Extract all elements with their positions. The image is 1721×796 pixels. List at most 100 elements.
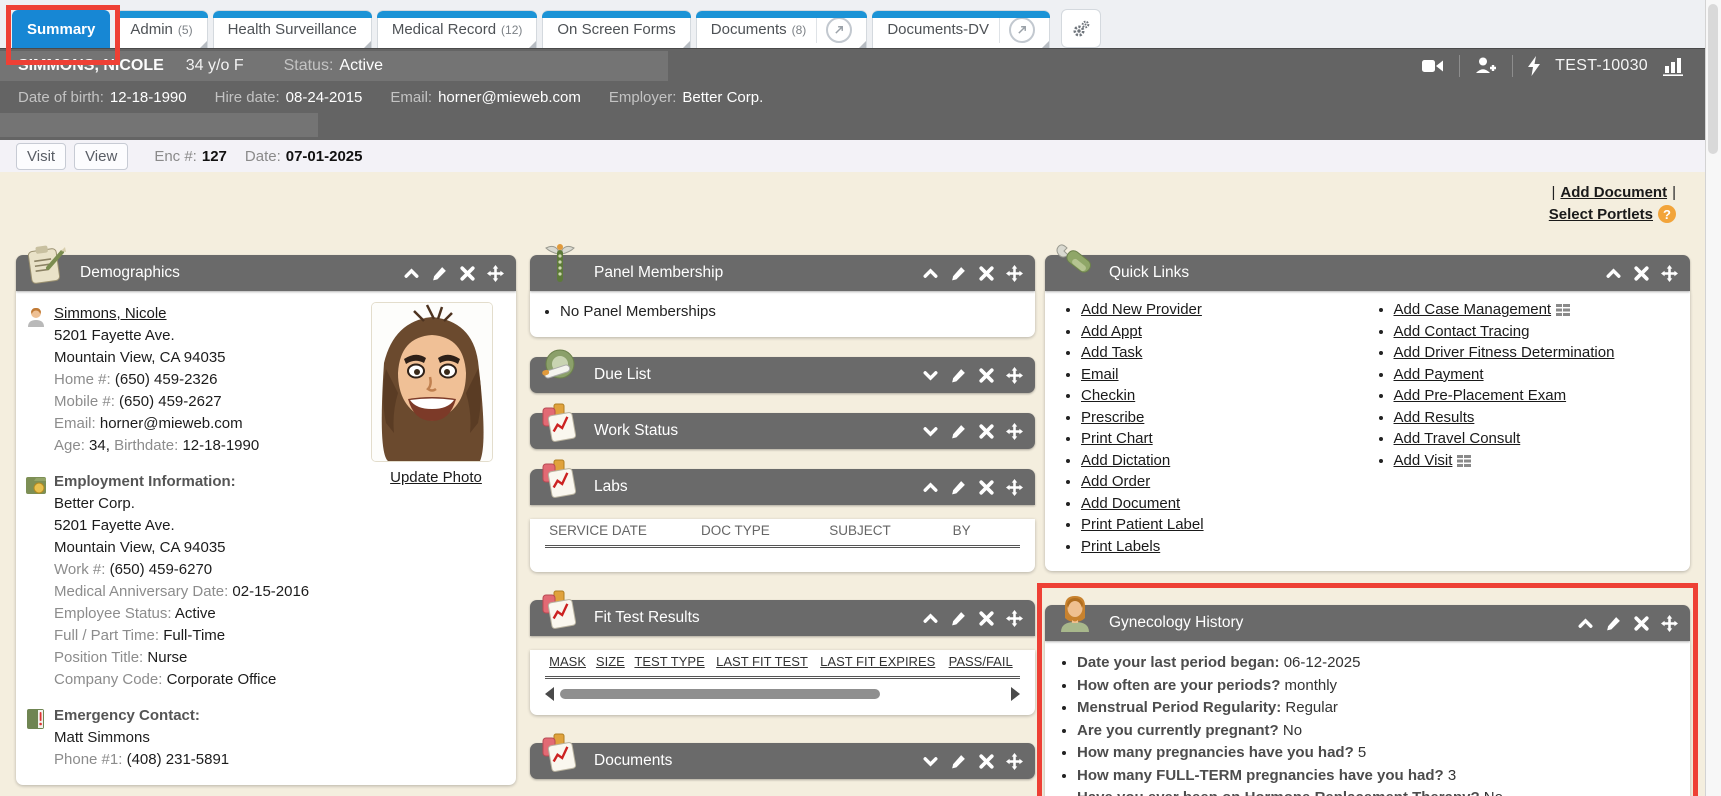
select-portlets-link[interactable]: Select Portlets — [1549, 206, 1653, 223]
quick-link[interactable]: Add Payment — [1394, 366, 1484, 383]
collapse-chevron-icon[interactable] — [1605, 265, 1622, 282]
quick-link[interactable]: Add Pre-Placement Exam — [1394, 387, 1567, 404]
column-header-link[interactable]: LAST FIT EXPIRES — [816, 650, 944, 678]
vertical-scrollbar[interactable] — [1705, 0, 1721, 796]
move-cross-icon[interactable] — [1006, 753, 1023, 770]
quick-link[interactable]: Print Chart — [1081, 430, 1153, 447]
quick-link[interactable]: Email — [1081, 366, 1119, 383]
collapse-chevron-icon[interactable] — [922, 479, 939, 496]
move-cross-icon[interactable] — [1661, 615, 1678, 632]
close-x-icon[interactable] — [1633, 615, 1650, 632]
move-cross-icon[interactable] — [487, 265, 504, 282]
quick-link[interactable]: Add Appt — [1081, 323, 1142, 340]
scrollbar-thumb[interactable] — [560, 689, 880, 699]
column-header[interactable]: SERVICE DATE — [545, 519, 697, 547]
tab-summary[interactable]: Summary — [12, 10, 110, 48]
quick-link[interactable]: Add Document — [1081, 495, 1180, 512]
collapse-chevron-icon[interactable] — [1577, 615, 1594, 632]
quick-links-header[interactable]: Quick Links — [1045, 255, 1690, 291]
update-photo-link[interactable]: Update Photo — [390, 469, 482, 486]
quick-link[interactable]: Add New Provider — [1081, 301, 1202, 318]
quick-link[interactable]: Print Patient Label — [1081, 516, 1204, 533]
fit-test-header[interactable]: Fit Test Results — [530, 600, 1035, 636]
expand-chevron-icon[interactable] — [922, 753, 939, 770]
tab-health-surveillance[interactable]: Health Surveillance — [213, 10, 372, 48]
expand-chevron-icon[interactable] — [922, 367, 939, 384]
tab-on-screen-forms[interactable]: On Screen Forms — [542, 10, 690, 48]
edit-pencil-icon[interactable] — [1605, 615, 1622, 632]
tab-admin[interactable]: Admin (5) — [115, 10, 207, 48]
quick-link[interactable]: Add Visit — [1394, 452, 1453, 469]
quick-link[interactable]: Add Contact Tracing — [1394, 323, 1530, 340]
close-x-icon[interactable] — [978, 367, 995, 384]
visit-button[interactable]: Visit — [16, 143, 66, 170]
edit-pencil-icon[interactable] — [950, 367, 967, 384]
move-cross-icon[interactable] — [1006, 265, 1023, 282]
column-header-link[interactable]: LAST FIT TEST — [712, 650, 816, 678]
edit-pencil-icon[interactable] — [950, 753, 967, 770]
column-header-link[interactable]: PASS/FAIL — [945, 650, 1020, 678]
quick-link[interactable]: Add Driver Fitness Determination — [1394, 344, 1615, 361]
edit-pencil-icon[interactable] — [950, 479, 967, 496]
labs-header[interactable]: Labs — [530, 469, 1035, 505]
close-x-icon[interactable] — [978, 423, 995, 440]
tab-documents[interactable]: Documents (8) — [696, 10, 868, 48]
move-cross-icon[interactable] — [1006, 423, 1023, 440]
column-header-link[interactable]: TEST TYPE — [630, 650, 712, 678]
column-header[interactable]: SUBJECT — [825, 519, 948, 547]
gynecology-header[interactable]: Gynecology History — [1045, 605, 1690, 641]
quick-link[interactable]: Add Task — [1081, 344, 1142, 361]
scroll-left-arrow[interactable] — [545, 687, 554, 701]
quick-link[interactable]: Add Order — [1081, 473, 1150, 490]
lightning-bolt-icon[interactable] — [1527, 56, 1541, 76]
quick-link[interactable]: Prescribe — [1081, 409, 1144, 426]
close-x-icon[interactable] — [459, 265, 476, 282]
scrollbar-thumb[interactable] — [1708, 4, 1718, 154]
horizontal-scrollbar[interactable] — [545, 687, 1020, 701]
column-header[interactable]: BY — [949, 519, 1020, 547]
video-camera-icon[interactable] — [1421, 57, 1445, 75]
collapse-chevron-icon[interactable] — [403, 265, 420, 282]
tab-documents-dv[interactable]: Documents-DV — [872, 10, 1050, 48]
due-list-header[interactable]: Due List — [530, 357, 1035, 393]
move-cross-icon[interactable] — [1006, 367, 1023, 384]
bar-chart-icon[interactable] — [1662, 56, 1684, 76]
quick-link[interactable]: Add Case Management — [1394, 301, 1552, 318]
close-x-icon[interactable] — [1633, 265, 1650, 282]
patient-name-link[interactable]: Simmons, Nicole — [54, 305, 167, 322]
expand-chevron-icon[interactable] — [922, 423, 939, 440]
column-header-link[interactable]: MASK — [545, 650, 592, 678]
tab-popout-button[interactable] — [999, 17, 1035, 43]
edit-pencil-icon[interactable] — [431, 265, 448, 282]
collapse-chevron-icon[interactable] — [922, 610, 939, 627]
tab-medical-record[interactable]: Medical Record (12) — [377, 10, 538, 48]
quick-link[interactable]: Add Results — [1394, 409, 1475, 426]
tab-popout-button[interactable] — [816, 17, 852, 43]
move-cross-icon[interactable] — [1661, 265, 1678, 282]
panel-membership-header[interactable]: Panel Membership — [530, 255, 1035, 291]
close-x-icon[interactable] — [978, 265, 995, 282]
column-header-link[interactable]: SIZE — [592, 650, 631, 678]
scrollbar-track[interactable] — [560, 688, 1005, 700]
demographics-header[interactable]: Demographics — [16, 255, 516, 291]
close-x-icon[interactable] — [978, 610, 995, 627]
quick-link[interactable]: Add Travel Consult — [1394, 430, 1521, 447]
work-status-header[interactable]: Work Status — [530, 413, 1035, 449]
tab-settings-button[interactable] — [1061, 9, 1101, 48]
quick-link[interactable]: Print Labels — [1081, 538, 1160, 555]
view-button[interactable]: View — [74, 143, 128, 170]
quick-link[interactable]: Add Dictation — [1081, 452, 1170, 469]
person-add-icon[interactable] — [1474, 56, 1498, 76]
add-document-link[interactable]: Add Document — [1560, 184, 1667, 201]
scroll-right-arrow[interactable] — [1011, 687, 1020, 701]
column-header[interactable]: DOC TYPE — [697, 519, 825, 547]
quick-link[interactable]: Checkin — [1081, 387, 1135, 404]
collapse-chevron-icon[interactable] — [922, 265, 939, 282]
move-cross-icon[interactable] — [1006, 479, 1023, 496]
documents-header[interactable]: Documents — [530, 743, 1035, 779]
help-icon[interactable]: ? — [1658, 205, 1676, 223]
edit-pencil-icon[interactable] — [950, 265, 967, 282]
edit-pencil-icon[interactable] — [950, 423, 967, 440]
close-x-icon[interactable] — [978, 753, 995, 770]
move-cross-icon[interactable] — [1006, 610, 1023, 627]
